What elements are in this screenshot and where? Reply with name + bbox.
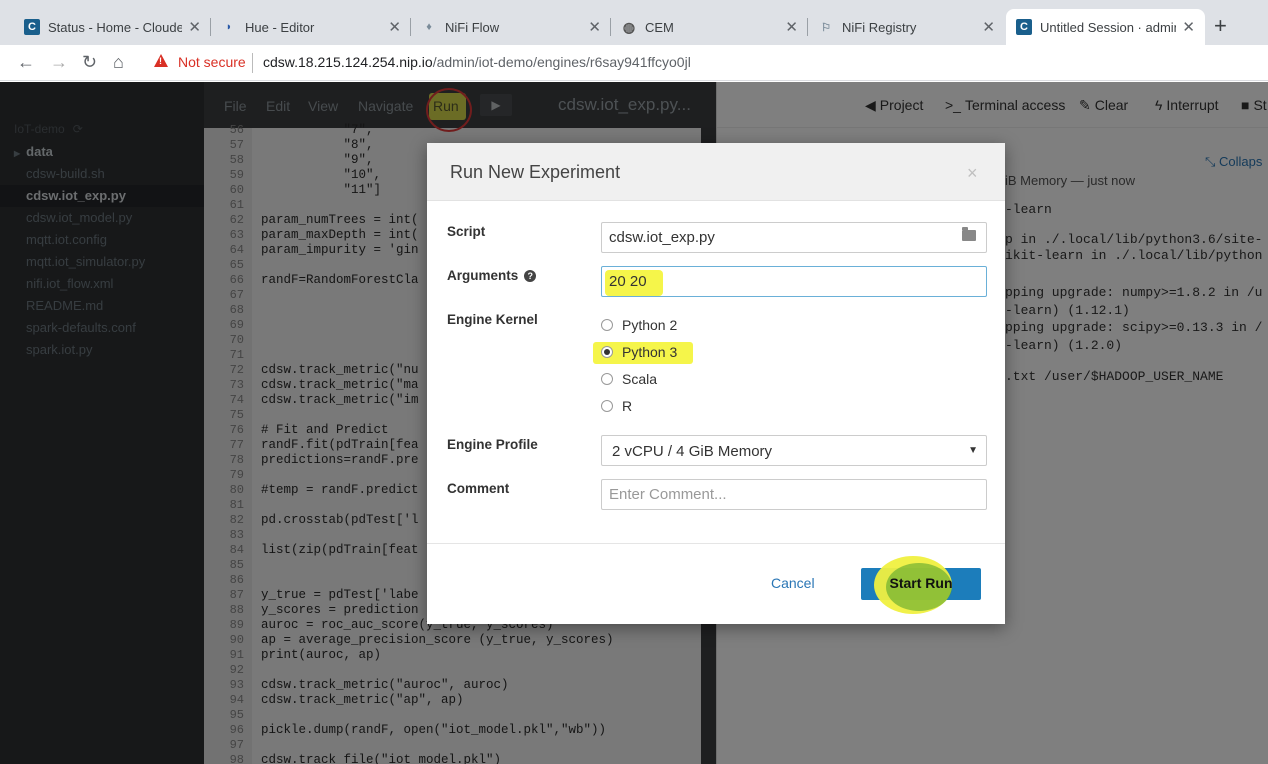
comment-field[interactable]: Enter Comment... — [601, 479, 987, 510]
close-tab-icon[interactable]: ✕ — [982, 18, 995, 36]
kernel-label: Python 3 — [622, 344, 678, 360]
engine-profile-select[interactable]: 2 vCPU / 4 GiB Memory ▼ — [601, 435, 987, 466]
tab-title: Hue - Editor — [245, 19, 315, 35]
close-tab-icon[interactable]: ✕ — [188, 18, 201, 36]
engine-profile-label: Engine Profile — [447, 437, 538, 452]
kernel-option-r[interactable]: R — [601, 396, 632, 416]
kernel-option-python2[interactable]: Python 2 — [601, 315, 677, 335]
browser-tab[interactable]: ♦ NiFi Flow ✕ — [411, 9, 611, 45]
forward-icon[interactable]: → — [50, 51, 68, 73]
script-field[interactable]: cdsw.iot_exp.py — [601, 222, 987, 253]
cloudera-favicon-icon: C — [24, 19, 40, 35]
kernel-option-python3[interactable]: Python 3 — [601, 342, 677, 362]
browser-tab-active[interactable]: C Untitled Session · admin ✕ — [1006, 9, 1205, 45]
reload-icon[interactable]: ↻ — [82, 51, 97, 73]
home-icon[interactable]: ⌂ — [113, 51, 124, 73]
close-tab-icon[interactable]: ✕ — [588, 18, 601, 36]
tab-title: NiFi Registry — [842, 19, 917, 35]
nifi-favicon-icon: ♦ — [426, 21, 432, 33]
radio-button[interactable] — [601, 319, 613, 331]
run-experiment-dialog: Run New Experiment × Script cdsw.iot_exp… — [427, 143, 1005, 624]
radio-button[interactable] — [601, 400, 613, 412]
start-run-label[interactable]: Start Run — [861, 575, 981, 591]
url-host: cdsw.18.215.124.254.nip.io — [263, 54, 433, 70]
new-tab-button[interactable]: + — [1214, 15, 1227, 37]
engine-profile-value: 2 vCPU / 4 GiB Memory — [612, 443, 773, 460]
nifi-registry-favicon-icon: ⚐ — [821, 21, 831, 34]
browser-tab[interactable]: C Status - Home - Cloudera ✕ — [14, 9, 211, 45]
engine-kernel-label: Engine Kernel — [447, 312, 538, 327]
close-tab-icon[interactable]: ✕ — [388, 18, 401, 36]
arguments-label-text: Arguments — [447, 268, 519, 283]
globe-icon: ◍ — [622, 18, 636, 35]
close-tab-icon[interactable]: ✕ — [785, 18, 798, 36]
kernel-label: Scala — [622, 371, 658, 387]
url-divider — [252, 53, 253, 73]
kernel-option-scala[interactable]: Scala — [601, 369, 657, 389]
dialog-title: Run New Experiment — [450, 162, 621, 182]
address-bar[interactable]: cdsw.18.215.124.254.nip.io/admin/iot-dem… — [263, 54, 691, 70]
radio-button-checked[interactable] — [601, 346, 613, 358]
radio-button[interactable] — [601, 373, 613, 385]
script-label: Script — [447, 224, 486, 239]
help-icon[interactable]: ? — [524, 270, 537, 282]
close-tab-icon[interactable]: ✕ — [1182, 18, 1195, 36]
tab-title: Status - Home - Cloudera — [48, 19, 183, 35]
dialog-header: Run New Experiment × — [427, 143, 1005, 201]
browser-toolbar: ← → ↻ ⌂ Not secure cdsw.18.215.124.254.n… — [0, 45, 1268, 81]
tab-title: Untitled Session · admin — [1040, 19, 1177, 35]
browser-tab[interactable]: ◍ CEM ✕ — [611, 9, 808, 45]
comment-label: Comment — [447, 481, 510, 496]
arguments-label: Arguments? — [447, 268, 537, 283]
arguments-field[interactable]: 20 20 — [601, 266, 987, 297]
security-status[interactable]: Not secure — [178, 54, 246, 70]
browser-tab[interactable]: ◗ Hue - Editor ✕ — [211, 9, 411, 45]
tab-title: NiFi Flow — [445, 19, 500, 35]
folder-icon[interactable] — [962, 227, 976, 241]
kernel-label: R — [622, 398, 633, 414]
tab-title: CEM — [645, 19, 674, 35]
browser-tab-strip: C Status - Home - Cloudera ✕ ◗ Hue - Edi… — [0, 0, 1268, 45]
script-value: cdsw.iot_exp.py — [609, 229, 715, 246]
close-icon[interactable]: × — [967, 163, 978, 184]
browser-tab[interactable]: ⚐ NiFi Registry ✕ — [808, 9, 1005, 45]
chevron-down-icon: ▼ — [968, 445, 978, 456]
url-path: /admin/iot-demo/engines/r6say941ffcyo0jl — [432, 54, 691, 70]
kernel-label: Python 2 — [622, 317, 678, 333]
dialog-footer-divider — [427, 543, 1005, 544]
arguments-value: 20 20 — [609, 273, 647, 290]
cancel-button[interactable]: Cancel — [771, 575, 815, 591]
cloudera-favicon-icon: C — [1016, 19, 1032, 35]
back-icon[interactable]: ← — [17, 51, 35, 73]
comment-placeholder: Enter Comment... — [609, 486, 727, 503]
warning-icon — [154, 54, 168, 67]
hue-favicon-icon: ◗ — [225, 21, 233, 33]
